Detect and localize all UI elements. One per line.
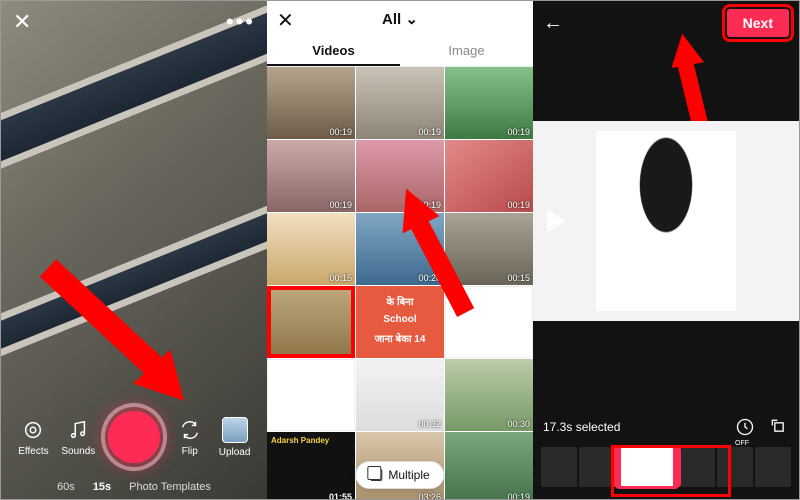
rotate-icon[interactable] <box>769 417 789 437</box>
mode-templates[interactable]: Photo Templates <box>129 481 211 493</box>
tab-image[interactable]: Image <box>400 37 533 66</box>
album-dropdown[interactable]: All ⌄ <box>382 10 418 28</box>
grid-item[interactable]: Adarsh Pandey01:55 <box>267 432 355 499</box>
annotation-arrow <box>31 251 201 421</box>
effects-icon <box>21 418 45 442</box>
effects-button[interactable]: Effects <box>11 418 56 457</box>
flip-button[interactable]: Flip <box>167 418 212 457</box>
preview-figure <box>596 131 736 311</box>
grid-item[interactable]: 00:19 <box>267 67 355 139</box>
timeline-clip[interactable] <box>679 447 715 487</box>
grid-item[interactable] <box>267 359 355 431</box>
chevron-down-icon: ⌄ <box>405 11 418 28</box>
timeline-clip[interactable] <box>579 447 615 487</box>
upload-icon <box>222 417 248 443</box>
editor-screen: ← Next 17.3s selected OFF <box>533 1 799 499</box>
timeline-clip[interactable] <box>541 447 577 487</box>
multiple-label: Multiple <box>388 468 429 482</box>
grid-item[interactable]: 00:30 <box>445 359 533 431</box>
flip-icon <box>178 418 202 442</box>
duration-label: 17.3s selected <box>543 420 620 434</box>
grid-item[interactable]: 00:15 <box>267 213 355 285</box>
grid-item[interactable]: 00:19 <box>356 67 444 139</box>
timeline-clip[interactable] <box>755 447 791 487</box>
grid-item-selected[interactable] <box>267 286 355 358</box>
more-icon[interactable]: ••• <box>226 9 255 35</box>
play-icon <box>547 209 565 233</box>
next-button[interactable]: Next <box>727 9 789 37</box>
sounds-button[interactable]: Sounds <box>56 418 101 457</box>
mode-60s[interactable]: 60s <box>57 481 75 493</box>
multiple-button[interactable]: Multiple <box>355 461 444 489</box>
back-icon[interactable]: ← <box>543 12 563 35</box>
mode-row: 60s 15s Photo Templates <box>5 481 263 493</box>
flip-label: Flip <box>182 446 198 457</box>
timeline-clip-selected[interactable] <box>617 447 677 487</box>
grid-item[interactable]: 00:19 <box>445 432 533 499</box>
grid-item[interactable]: 00:19 <box>267 140 355 212</box>
timeline[interactable] <box>533 441 799 493</box>
gallery-screen: ✕ All ⌄ Videos Image 00:19 00:19 00:19 0… <box>267 1 533 499</box>
effects-label: Effects <box>18 446 48 457</box>
close-icon[interactable]: ✕ <box>277 8 294 33</box>
mode-15s[interactable]: 15s <box>93 481 111 493</box>
music-icon <box>66 418 90 442</box>
speed-icon[interactable]: OFF <box>735 417 755 437</box>
sounds-label: Sounds <box>61 446 95 457</box>
grid-item[interactable]: 00:32 <box>356 359 444 431</box>
camera-screen: ✕ ••• Effects Sounds Flip <box>1 1 267 499</box>
video-preview[interactable] <box>533 121 799 321</box>
multiple-icon <box>370 469 382 481</box>
tab-videos[interactable]: Videos <box>267 37 400 66</box>
timeline-clip[interactable] <box>717 447 753 487</box>
upload-button[interactable]: Upload <box>212 417 257 458</box>
upload-label: Upload <box>219 447 251 458</box>
grid-item[interactable]: 00:19 <box>445 67 533 139</box>
close-icon[interactable]: ✕ <box>13 9 31 35</box>
